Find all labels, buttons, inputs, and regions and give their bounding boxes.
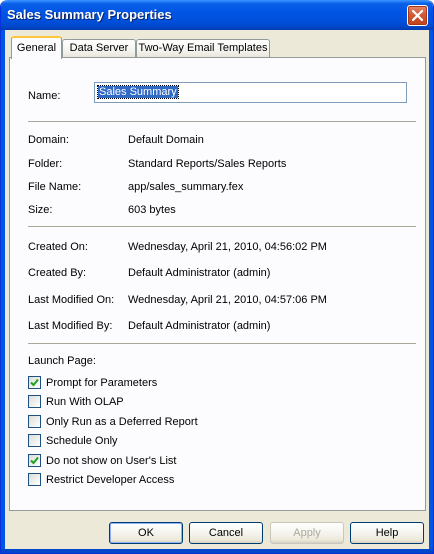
size-value: 603 bytes — [128, 204, 176, 216]
general-tab-panel: Name: Sales Summary Domain: Default Doma… — [9, 57, 426, 511]
checkbox-box[interactable] — [28, 454, 41, 467]
checkbox-box[interactable] — [28, 415, 41, 428]
checkbox-label: Prompt for Parameters — [46, 377, 158, 389]
close-icon — [412, 10, 423, 21]
created-by-value: Default Administrator (admin) — [128, 267, 271, 279]
checkmark-icon — [30, 378, 39, 387]
checkbox-label: Run With OLAP — [46, 396, 124, 408]
last-modified-by-label: Last Modified By: — [28, 320, 113, 332]
separator — [28, 226, 416, 227]
apply-button[interactable]: Apply — [270, 522, 344, 544]
window-title: Sales Summary Properties — [7, 7, 172, 22]
created-on-value: Wednesday, April 21, 2010, 04:56:02 PM — [128, 241, 327, 253]
separator — [28, 343, 416, 344]
folder-value: Standard Reports/Sales Reports — [128, 158, 287, 170]
checkbox-label: Schedule Only — [46, 435, 118, 447]
tab-two-way-email-templates[interactable]: Two-Way Email Templates — [136, 39, 270, 58]
created-by-label: Created By: — [28, 267, 87, 279]
window-border-right — [429, 30, 433, 550]
checkbox-label: Restrict Developer Access — [46, 474, 175, 486]
name-input[interactable]: Sales Summary — [94, 82, 407, 103]
window-border-bottom — [1, 549, 433, 553]
checkbox-label: Only Run as a Deferred Report — [46, 416, 198, 428]
close-button[interactable] — [407, 5, 428, 26]
created-on-label: Created On: — [28, 241, 88, 253]
properties-dialog: Sales Summary Properties General Data Se… — [0, 0, 434, 554]
size-label: Size: — [28, 204, 53, 216]
ok-button[interactable]: OK — [109, 522, 183, 544]
name-label: Name: — [28, 90, 61, 102]
name-input-value: Sales Summary — [97, 85, 179, 99]
domain-value: Default Domain — [128, 134, 204, 146]
checkbox-box[interactable] — [28, 395, 41, 408]
file-name-label: File Name: — [28, 181, 82, 193]
domain-label: Domain: — [28, 134, 69, 146]
file-name-value: app/sales_summary.fex — [128, 181, 244, 193]
last-modified-on-value: Wednesday, April 21, 2010, 04:57:06 PM — [128, 294, 327, 306]
help-button[interactable]: Help — [350, 522, 424, 544]
title-bar[interactable]: Sales Summary Properties — [1, 0, 433, 30]
checkbox-box[interactable] — [28, 473, 41, 486]
last-modified-by-value: Default Administrator (admin) — [128, 320, 271, 332]
last-modified-on-label: Last Modified On: — [28, 294, 115, 306]
launch-page-label: Launch Page: — [28, 355, 96, 367]
checkbox-box[interactable] — [28, 434, 41, 447]
folder-label: Folder: — [28, 158, 63, 170]
cancel-button[interactable]: Cancel — [189, 522, 263, 544]
checkbox-box[interactable] — [28, 376, 41, 389]
tab-data-server[interactable]: Data Server — [62, 39, 136, 58]
checkmark-icon — [30, 456, 39, 465]
tab-general[interactable]: General — [11, 36, 62, 59]
checkbox-label: Do not show on User's List — [46, 455, 177, 467]
separator — [28, 121, 416, 122]
window-border-left — [1, 30, 5, 550]
